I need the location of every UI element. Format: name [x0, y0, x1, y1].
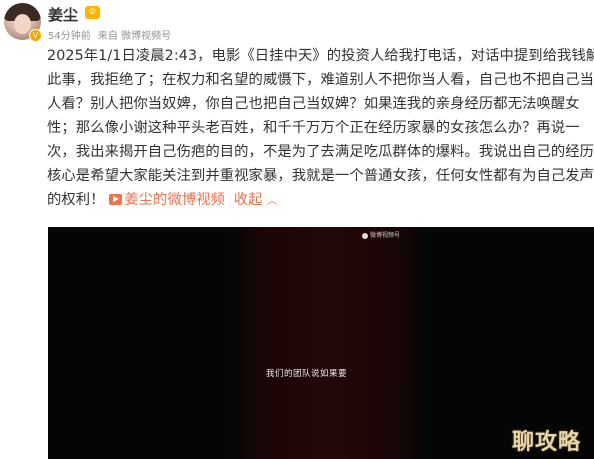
post-line: 次，我出来揭开自己伤疤的目的，不是为了去满足吃瓜群体的爆料。我说出自己的经历 — [47, 144, 594, 160]
post-meta: 54分钟前 来自 微博视频号 — [48, 27, 175, 42]
video-watermark: 微博视频号 — [362, 230, 400, 239]
video-link-icon — [109, 194, 123, 205]
video-link-label: 姜尘的微博视频 — [124, 192, 226, 208]
post-line: 性；那么像小谢这种平头老百姓，和千千万万个正在经历家暴的女孩怎么办？再说一 — [47, 120, 580, 136]
weibo-logo-icon — [362, 232, 368, 239]
collapse-label: 收起 — [233, 192, 263, 208]
video-watermark-text: 微博视频号 — [370, 232, 401, 239]
video-link[interactable]: 姜尘的微博视频 — [109, 192, 225, 208]
verified-icon: V — [29, 29, 42, 42]
post-last-line: 的权利！ 姜尘的微博视频 收起 ︿ — [47, 188, 567, 214]
post-line-end: 的权利！ — [47, 192, 105, 208]
post-source[interactable]: 来自 微博视频号 — [98, 31, 171, 42]
post-text: 2025年1/1日凌晨2:43，电影《日挂中天》的投资人给我打电话，对话中提到给… — [47, 44, 594, 214]
video-frame — [228, 227, 428, 459]
post-line: 核心是希望大家能关注到并重视家暴，我就是一个普通女孩，任何女性都有为自己发声 — [47, 168, 594, 184]
collapse-button[interactable]: 收起 ︿ — [234, 192, 278, 208]
chevron-up-icon: ︿ — [267, 196, 278, 207]
post-time[interactable]: 54分钟前 — [48, 31, 91, 42]
username[interactable]: 姜尘 — [48, 4, 78, 25]
avatar-face — [14, 14, 31, 34]
post-line: 此事，我拒绝了；在权力和名望的威慑下，难道别人不把你当人看，自己也不把自己当 — [47, 72, 594, 88]
post-line: 2025年1/1日凌晨2:43，电影《日挂中天》的投资人给我打电话，对话中提到给… — [47, 48, 594, 64]
video-subtitle: 我们的团队说如果要 — [266, 369, 348, 379]
corner-watermark: 聊攻略 — [512, 430, 582, 455]
post-line: 人看？别人把你当奴婢，你自己也把自己当奴婢？如果连我的亲身经历都无法唤醒女 — [47, 96, 580, 112]
vip-badge-icon[interactable]: ♔ — [85, 6, 100, 19]
